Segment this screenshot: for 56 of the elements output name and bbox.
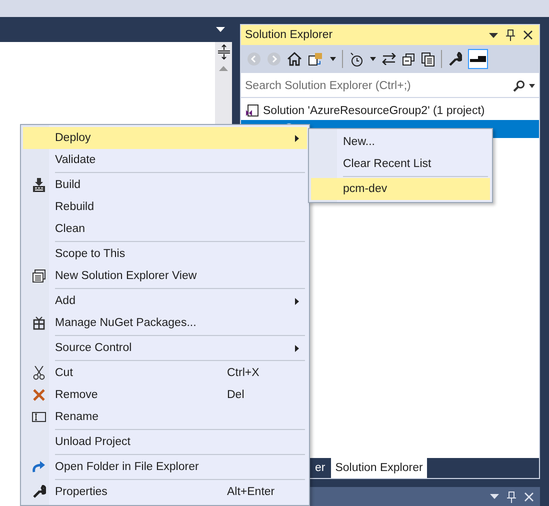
wrench-icon[interactable] [448, 52, 462, 66]
menu-item[interactable]: Build [23, 174, 307, 196]
menu-item[interactable]: Cut Ctrl+X [23, 362, 307, 384]
caret-icon[interactable] [370, 57, 376, 61]
textbox-icon [32, 412, 46, 422]
collapse-icon[interactable] [402, 52, 415, 66]
search-field[interactable]: Search Solution Explorer (Ctrl+;) [245, 80, 509, 92]
menu-item[interactable]: Manage NuGet Packages... [23, 312, 307, 334]
menu-item[interactable]: Properties Alt+Enter [23, 481, 307, 503]
gift-icon [33, 316, 45, 330]
menu-item[interactable]: New Solution Explorer View [23, 265, 307, 287]
copy-pages-icon[interactable] [421, 52, 435, 66]
wrench-icon [32, 485, 46, 499]
dropdown-icon[interactable] [490, 494, 499, 499]
menu-item[interactable]: Source Control [23, 337, 307, 359]
panel-tab[interactable]: Solution Explorer [331, 458, 427, 478]
menu-item[interactable]: New... [311, 131, 490, 153]
dropdown-icon[interactable] [216, 27, 225, 32]
history-icon[interactable] [349, 52, 364, 66]
menu-item[interactable]: Scope to This [23, 243, 307, 265]
toggle-button[interactable] [468, 49, 488, 69]
menu-item[interactable]: Rename [23, 406, 307, 428]
shortcut-label: Alt+Enter [227, 486, 276, 498]
caret-icon[interactable] [529, 84, 535, 88]
tree-item[interactable]: Solution 'AzureResourceGroup2' (1 project) [241, 102, 539, 120]
menu-item[interactable]: Add [23, 290, 307, 312]
sync-icon[interactable] [308, 52, 324, 66]
search-icon[interactable] [513, 80, 525, 92]
caret-icon[interactable] [330, 57, 336, 61]
menu-item[interactable]: Deploy [23, 127, 307, 149]
panel-tab[interactable]: er [311, 458, 330, 478]
menu-item[interactable]: Clear Recent List [311, 153, 490, 175]
menu-item[interactable]: pcm-dev [311, 178, 490, 200]
scissors-icon [33, 366, 45, 380]
solution-icon [245, 104, 259, 118]
dropdown-icon[interactable] [489, 32, 498, 38]
menu-item[interactable]: Clean [23, 218, 307, 240]
build-icon [32, 178, 46, 192]
menu-item[interactable]: Rebuild [23, 196, 307, 218]
home-icon[interactable] [287, 52, 302, 66]
menu-item[interactable]: Remove Del [23, 384, 307, 406]
menu-item[interactable]: Validate [23, 149, 307, 171]
window-icon [32, 269, 46, 283]
panel-title: Solution Explorer [245, 29, 334, 41]
shortcut-label: Del [227, 389, 246, 401]
menu-item[interactable]: Unload Project [23, 431, 307, 453]
close-icon[interactable] [523, 30, 533, 40]
redo-arrow-icon [32, 461, 46, 473]
pin-icon[interactable] [506, 29, 515, 41]
swap-arrows-icon[interactable] [382, 53, 396, 65]
close-icon [33, 389, 45, 401]
menu-item[interactable]: Open Folder in File Explorer [23, 456, 307, 478]
split-icon[interactable] [216, 44, 232, 60]
tree-item-label: Solution 'AzureResourceGroup2' (1 project) [263, 105, 485, 117]
shortcut-label: Ctrl+X [227, 367, 260, 379]
dash-icon [470, 56, 486, 62]
